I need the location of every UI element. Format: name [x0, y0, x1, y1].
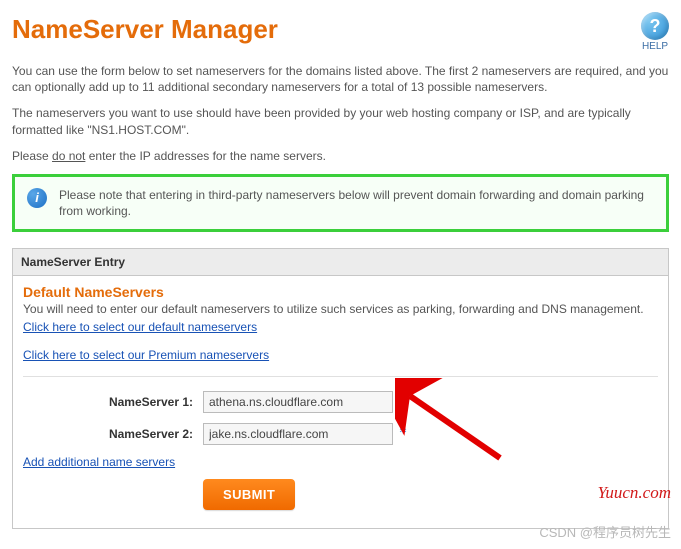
- nameserver-1-label: NameServer 1:: [23, 395, 203, 409]
- required-asterisk-icon: *: [399, 393, 407, 411]
- link-select-premium-nameservers[interactable]: Click here to select our Premium nameser…: [23, 348, 269, 362]
- intro-paragraph-3: Please do not enter the IP addresses for…: [12, 148, 669, 164]
- link-add-additional-nameservers[interactable]: Add additional name servers: [23, 455, 175, 469]
- panel-header: NameServer Entry: [13, 249, 668, 276]
- nameserver-2-row: NameServer 2: *: [23, 423, 658, 445]
- help-icon: ?: [641, 12, 669, 40]
- info-icon: i: [27, 188, 47, 208]
- default-nameservers-heading: Default NameServers: [23, 284, 658, 300]
- nameserver-1-input[interactable]: [203, 391, 393, 413]
- nameserver-1-row: NameServer 1: *: [23, 391, 658, 413]
- submit-button[interactable]: SUBMIT: [203, 479, 295, 510]
- info-note-text: Please note that entering in third-party…: [59, 187, 654, 219]
- intro-paragraph-1: You can use the form below to set namese…: [12, 63, 669, 95]
- default-nameservers-text: You will need to enter our default names…: [23, 302, 658, 316]
- link-select-default-nameservers[interactable]: Click here to select our default nameser…: [23, 320, 257, 334]
- help-button[interactable]: ? HELP: [641, 10, 669, 52]
- required-asterisk-icon: *: [399, 425, 407, 443]
- nameserver-entry-panel: NameServer Entry Default NameServers You…: [12, 248, 669, 529]
- help-label: HELP: [641, 41, 669, 52]
- intro-paragraph-2: The nameservers you want to use should h…: [12, 105, 669, 137]
- divider: [23, 376, 658, 377]
- nameserver-2-label: NameServer 2:: [23, 427, 203, 441]
- intro-p3-pre: Please: [12, 149, 52, 163]
- intro-p3-post: enter the IP addresses for the name serv…: [85, 149, 326, 163]
- info-note-box: i Please note that entering in third-par…: [12, 174, 669, 232]
- page-title: NameServer Manager: [12, 14, 278, 45]
- nameserver-2-input[interactable]: [203, 423, 393, 445]
- header: NameServer Manager ? HELP: [12, 10, 669, 59]
- intro-do-not: do not: [52, 149, 85, 163]
